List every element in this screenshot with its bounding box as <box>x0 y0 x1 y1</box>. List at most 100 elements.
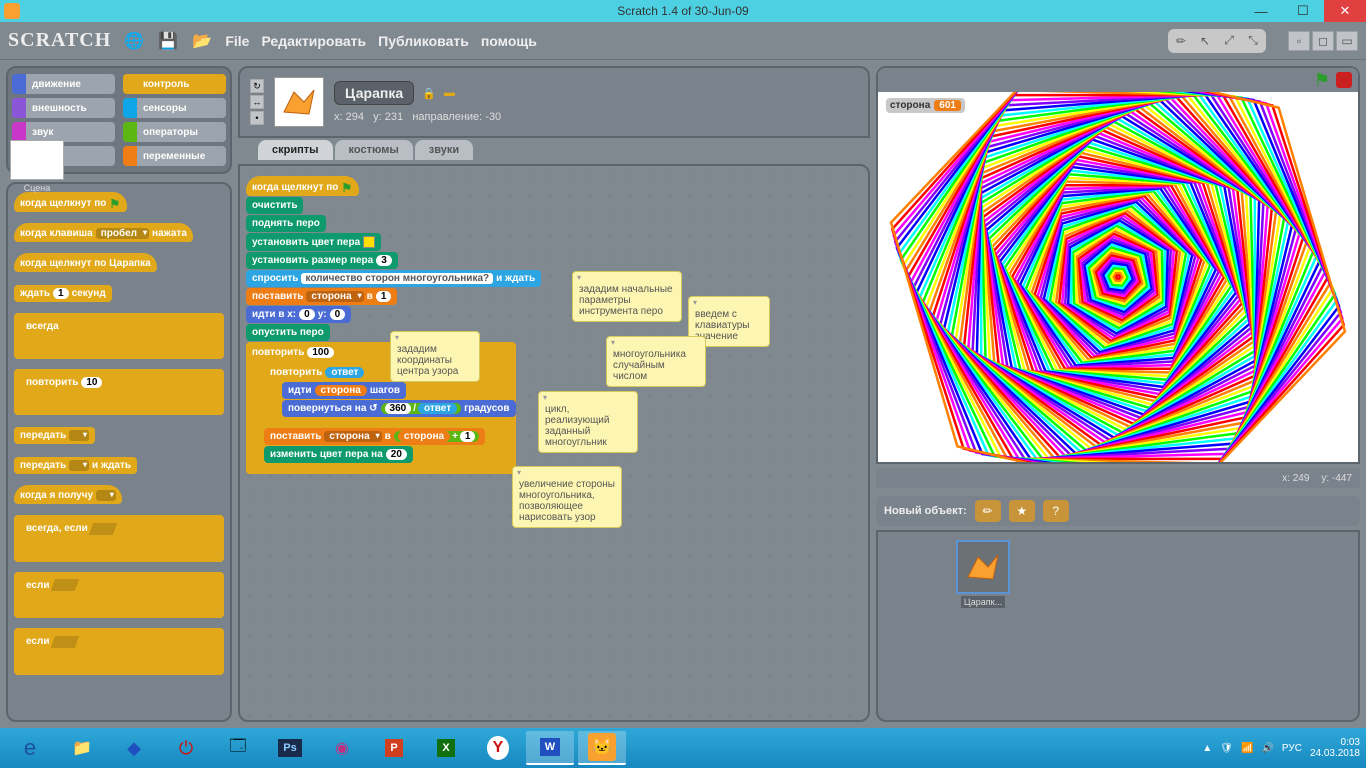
export-icon[interactable]: ▬ <box>444 87 455 99</box>
taskbar-app3-icon[interactable]: 🗔 <box>214 731 262 765</box>
palette-broadcast-wait[interactable]: передать и ждать <box>14 457 137 474</box>
palette-wait[interactable]: ждать 1 секунд <box>14 285 112 302</box>
taskbar-excel-icon[interactable]: X <box>422 731 470 765</box>
block-turn[interactable]: повернуться на ↺ 360 / ответ градусов <box>282 400 516 417</box>
comment-6[interactable]: увеличение стороны многоугольника, позво… <box>512 466 622 528</box>
comment-5[interactable]: цикл, реализующий заданный многоугльник <box>538 391 638 453</box>
shrink-tool-icon[interactable]: ⤡ <box>1242 31 1264 51</box>
block-penup[interactable]: поднять перо <box>246 215 326 232</box>
category-sensing[interactable]: сенсоры <box>123 98 226 118</box>
comment-3[interactable]: многоугольника случайным числом <box>606 336 706 387</box>
globe-icon[interactable]: 🌐 <box>123 30 145 52</box>
cut-tool-icon[interactable]: ↖ <box>1194 31 1216 51</box>
taskbar-powerpoint-icon[interactable]: P <box>370 731 418 765</box>
palette-if[interactable]: если <box>14 572 224 619</box>
category-looks[interactable]: внешность <box>12 98 115 118</box>
open-icon[interactable]: 📂 <box>191 30 213 52</box>
palette-when-receive[interactable]: когда я получу <box>14 485 122 504</box>
category-operators[interactable]: операторы <box>123 122 226 142</box>
script-area[interactable]: когда щелкнут по очистить поднять перо у… <box>238 164 870 722</box>
close-button[interactable]: ✕ <box>1324 0 1366 22</box>
random-sprite-button[interactable]: ? <box>1043 500 1069 522</box>
stamp-tool-icon[interactable]: ✏ <box>1170 31 1192 51</box>
comment-1[interactable]: зададим начальные параметры инструмента … <box>572 271 682 322</box>
sprite-name-field[interactable]: Царапка <box>334 81 414 105</box>
block-pendown[interactable]: опустить перо <box>246 324 330 341</box>
view-small-icon[interactable]: ▫ <box>1288 31 1310 51</box>
palette-forever[interactable]: всегда <box>14 313 224 359</box>
rotate-none-icon[interactable]: • <box>250 111 264 125</box>
block-setvar2[interactable]: поставить сторона в сторона + 1 <box>264 428 485 445</box>
minimize-button[interactable]: — <box>1240 0 1282 22</box>
stage[interactable]: сторона 601 <box>878 92 1358 462</box>
sprite-thumbnail <box>274 77 324 127</box>
stage-variable[interactable]: сторона 601 <box>886 98 965 113</box>
palette-if2[interactable]: если <box>14 628 224 675</box>
block-setvar[interactable]: поставить сторона в 1 <box>246 288 397 305</box>
tab-costumes[interactable]: костюмы <box>335 140 413 160</box>
taskbar-app1-icon[interactable]: ◆ <box>110 731 158 765</box>
green-flag-button[interactable]: ⚑ <box>1314 70 1330 91</box>
rotate-free-icon[interactable]: ↻ <box>250 79 264 93</box>
tray-network-icon[interactable]: 🛡 <box>1220 743 1233 754</box>
app-icon <box>4 3 20 19</box>
taskbar-yandex-icon[interactable]: Y <box>474 731 522 765</box>
palette-when-sprite[interactable]: когда щелкнут по Царапка <box>14 253 157 272</box>
right-panel: ⚑ сторона 601 <box>876 60 1366 728</box>
block-pensize[interactable]: установить размер пера 3 <box>246 252 398 269</box>
taskbar-app2-icon[interactable]: ⏻ <box>162 731 210 765</box>
menu-file[interactable]: File <box>225 33 249 49</box>
menu-share[interactable]: Публиковать <box>378 33 469 49</box>
sprite-item-1[interactable]: Царапк... <box>956 540 1010 608</box>
rotate-lr-icon[interactable]: ↔ <box>250 95 264 109</box>
stop-button[interactable] <box>1336 72 1352 88</box>
block-pencolor[interactable]: установить цвет пера <box>246 233 381 251</box>
window-title: Scratch 1.4 of 30-Jun-09 <box>617 4 748 18</box>
lock-icon[interactable]: 🔒 <box>422 87 436 100</box>
tray-flag-icon[interactable]: ▲ <box>1202 743 1212 754</box>
block-ask[interactable]: спросить количество сторон многоугольник… <box>246 270 541 287</box>
palette-broadcast[interactable]: передать <box>14 427 95 444</box>
menu-edit[interactable]: Редактировать <box>261 33 366 49</box>
tab-scripts[interactable]: скрипты <box>258 140 333 160</box>
comment-4[interactable]: зададим координаты центра узора <box>390 331 480 382</box>
main-script[interactable]: когда щелкнут по очистить поднять перо у… <box>246 176 541 474</box>
palette-forever-if[interactable]: всегда, если <box>14 515 224 562</box>
palette-when-key[interactable]: когда клавиша пробел нажата <box>14 223 193 242</box>
import-sprite-button[interactable]: ★ <box>1009 500 1035 522</box>
block-goto[interactable]: идти в x: 0 y: 0 <box>246 306 351 323</box>
scene-item[interactable]: Сцена <box>10 140 64 194</box>
paint-sprite-button[interactable]: ✏ <box>975 500 1001 522</box>
taskbar-explorer-icon[interactable]: 📁 <box>58 731 106 765</box>
taskbar-ie-icon[interactable]: e <box>6 731 54 765</box>
grow-tool-icon[interactable]: ⤢ <box>1218 31 1240 51</box>
category-motion[interactable]: движение <box>12 74 115 94</box>
taskbar-photoshop-icon[interactable]: Ps <box>266 731 314 765</box>
view-present-icon[interactable]: ▭ <box>1336 31 1358 51</box>
taskbar-app5-icon[interactable]: ◉ <box>318 731 366 765</box>
view-normal-icon[interactable]: ◻ <box>1312 31 1334 51</box>
taskbar-word-icon[interactable]: W <box>526 731 574 765</box>
block-clear[interactable]: очистить <box>246 197 303 214</box>
block-move[interactable]: идти сторона шагов <box>282 382 406 399</box>
category-control[interactable]: контроль <box>123 74 226 94</box>
sprite-coords: x: 294 y: 231 направление: -30 <box>334 111 501 123</box>
taskbar-scratch-icon[interactable]: 🐱 <box>578 731 626 765</box>
save-icon[interactable]: 💾 <box>157 30 179 52</box>
palette-when-flag[interactable]: когда щелкнут по <box>14 192 127 212</box>
palette-repeat[interactable]: повторить 10 <box>14 369 224 415</box>
category-sound[interactable]: звук <box>12 122 115 142</box>
tabs: скрипты костюмы звуки <box>238 140 870 160</box>
tray-sound-icon[interactable]: 🔊 <box>1261 743 1273 754</box>
system-tray[interactable]: ▲ 🛡 📶 🔊 РУС 0:03 24.03.2018 <box>1202 737 1360 759</box>
tray-battery-icon[interactable]: 📶 <box>1241 743 1253 754</box>
block-when-flag[interactable]: когда щелкнут по <box>246 176 359 196</box>
sprites-area: Царапк... Сцена <box>876 530 1360 722</box>
tray-lang[interactable]: РУС <box>1282 743 1302 754</box>
menu-help[interactable]: помощь <box>481 33 537 49</box>
tab-sounds[interactable]: звуки <box>415 140 473 160</box>
block-changecolor[interactable]: изменить цвет пера на 20 <box>264 446 413 463</box>
maximize-button[interactable]: ☐ <box>1282 0 1324 22</box>
category-variables[interactable]: переменные <box>123 146 226 166</box>
taskbar-clock[interactable]: 0:03 24.03.2018 <box>1310 737 1360 759</box>
